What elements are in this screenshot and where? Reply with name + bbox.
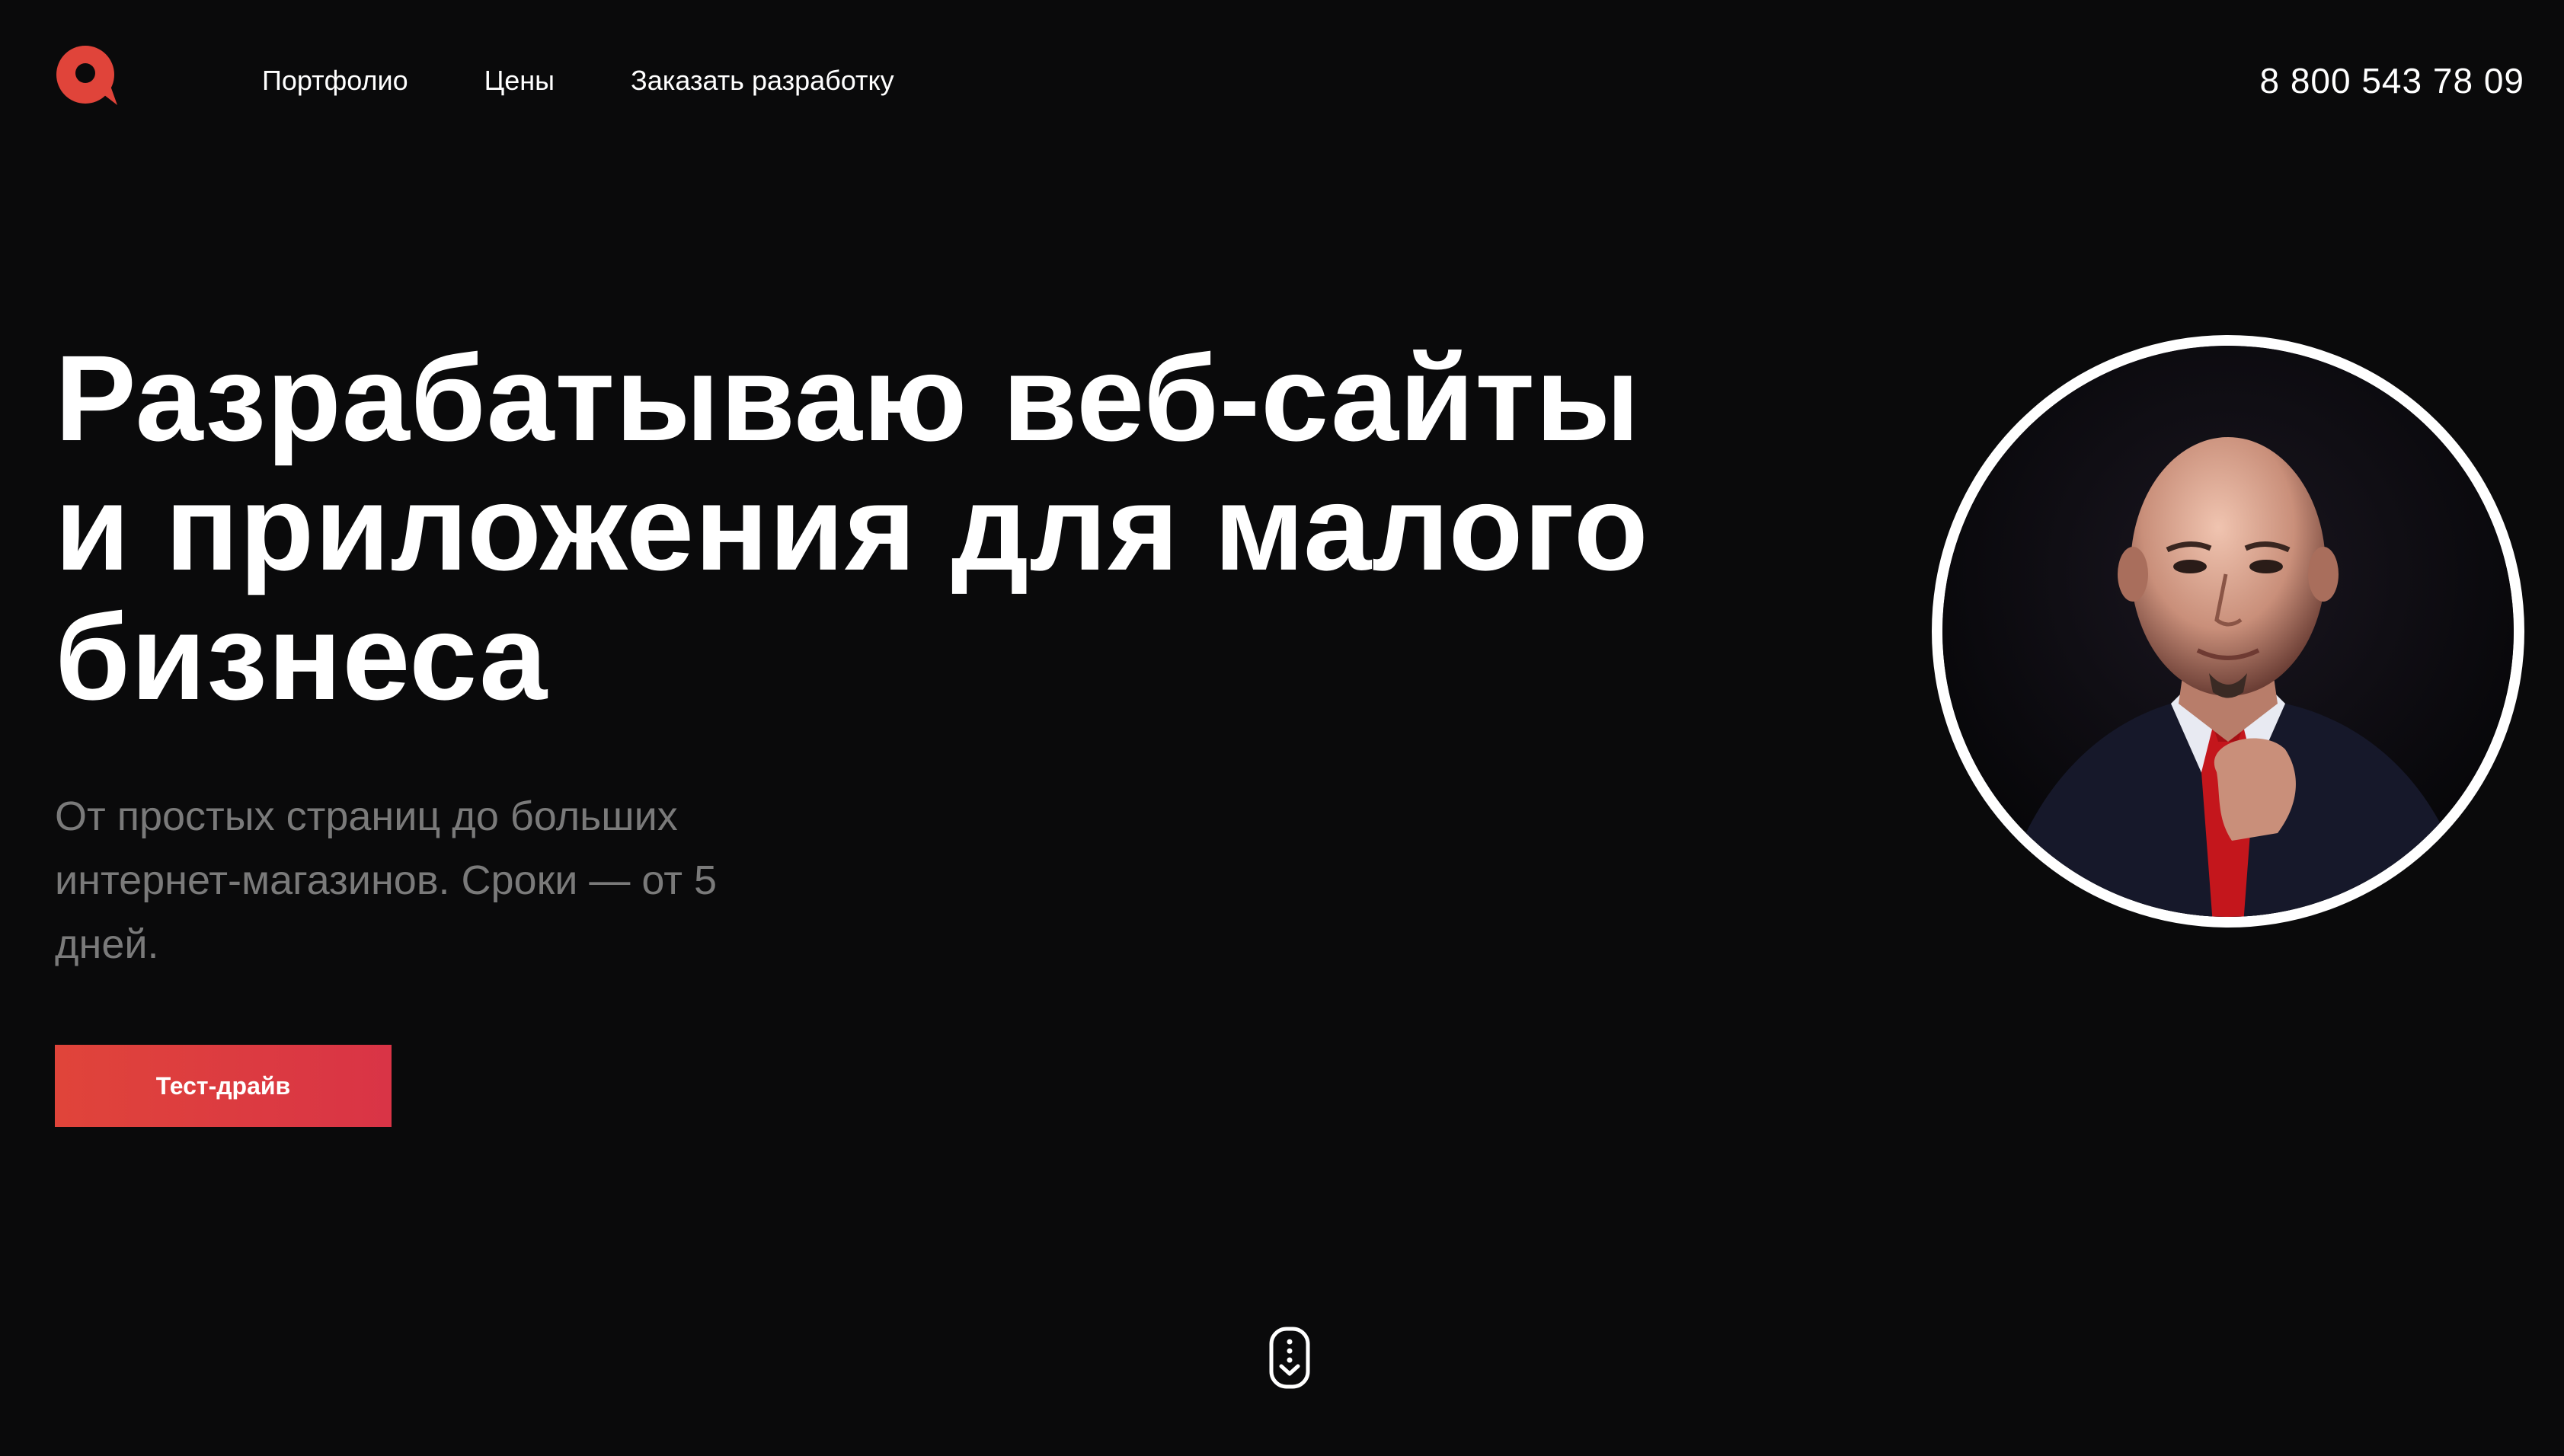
logo-icon[interactable] xyxy=(55,44,119,108)
hero-subtitle: От простых страниц до больших интернет-м… xyxy=(55,793,717,967)
avatar-portrait xyxy=(1932,335,2524,928)
scroll-down-icon[interactable] xyxy=(1269,1327,1310,1389)
nav-link-prices[interactable]: Цены xyxy=(484,62,555,99)
nav-link-portfolio[interactable]: Портфолио xyxy=(262,62,408,99)
hero-title-line: и приложения для малого xyxy=(55,459,1649,595)
landing-page: Портфолио Цены Заказать разработку 8 800… xyxy=(0,0,2564,1456)
phone-link[interactable]: 8 800 543 78 09 xyxy=(2259,59,2524,102)
test-drive-button[interactable]: Тест-драйв xyxy=(55,1045,392,1127)
hero-title: Разрабатываю веб-сайты и приложения для … xyxy=(55,334,1807,722)
main-nav: Портфолио Цены Заказать разработку xyxy=(262,62,970,99)
hero-title-line: бизнеса xyxy=(55,589,548,725)
nav-link-order[interactable]: Заказать разработку xyxy=(631,62,894,99)
hero-title-line: Разрабатываю веб-сайты xyxy=(55,330,1641,466)
